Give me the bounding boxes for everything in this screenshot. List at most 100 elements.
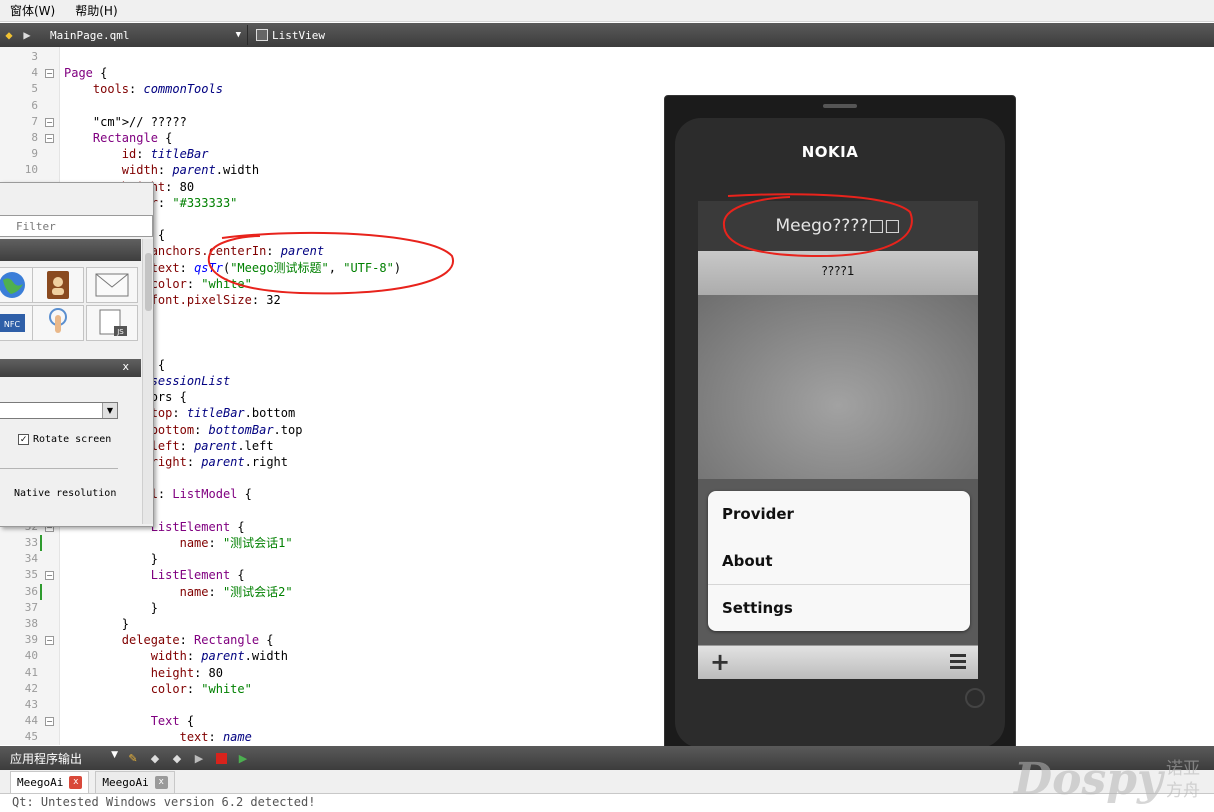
line-number: 42 [24,681,38,695]
symbol-name: ListView [272,28,325,42]
code-line[interactable]: Page { [64,65,107,81]
menu-item-about[interactable]: About [708,538,970,584]
fold-toggle-icon[interactable]: − [45,69,54,79]
line-number: 33 [24,536,38,549]
code-line[interactable]: color: "white" [64,681,252,697]
fold-toggle-icon[interactable]: − [45,117,54,127]
js-script-icon[interactable]: JS [86,305,138,341]
native-resolution-button[interactable]: Native resolution [14,488,116,499]
code-editor[interactable]: Page { tools: commonTools "cm">// ????? … [60,47,1214,745]
menu-window[interactable]: 窗体(W) [6,1,59,20]
watermark-cn-1: 诺亚 [1166,759,1200,779]
line-number: 44 [24,714,38,728]
mail-icon[interactable] [86,267,138,303]
code-line[interactable]: Text { [64,713,194,729]
code-line[interactable]: width: parent.width [64,648,288,664]
code-line[interactable]: } [64,600,158,616]
clear-output-icon[interactable]: ✎ [122,749,144,767]
line-number: 7 [31,114,38,128]
menu-icon[interactable] [950,654,966,672]
code-line[interactable]: } [64,616,129,632]
code-line[interactable]: "cm">// ????? [64,114,187,130]
close-icon[interactable]: x [69,776,83,789]
code-line[interactable]: id: titleBar [64,146,209,162]
rotate-screen-row[interactable]: ✓ Rotate screen [18,434,111,445]
code-line[interactable]: ListElement { [64,567,245,583]
line-number: 35 [24,568,38,582]
fold-toggle-icon[interactable]: − [45,717,54,727]
home-button[interactable] [965,688,985,708]
editor-toolbar: ◆ ▶ MainPage.qml ▼ ListView [0,23,1214,47]
code-line[interactable]: height: 80 [64,665,223,681]
chevron-down-icon: ▼ [111,749,118,760]
line-number: 39 [24,633,38,647]
menu-help[interactable]: 帮助(H) [71,1,121,20]
output-tab[interactable]: MeegoAi x [95,771,175,793]
nav-prev-icon[interactable]: ◆ [144,749,166,767]
chevron-down-icon[interactable]: ▼ [102,403,117,418]
nav-next-icon[interactable]: ◆ [166,749,188,767]
code-line[interactable]: tools: commonTools [64,81,223,97]
line-number: 36 [24,584,38,598]
panel-scrollbar[interactable] [142,239,153,524]
app-title-bar: Meego????□□ [698,201,978,251]
output-tab[interactable]: MeegoAi x [10,771,90,793]
widget-group-header[interactable] [0,239,141,261]
code-line[interactable]: name: "测试会话2" [64,584,293,600]
close-icon[interactable]: x [154,776,168,789]
list-icon [256,29,268,41]
line-number: 10 [24,163,38,177]
tab-label: MeegoAi [102,776,149,789]
nav-forward-icon[interactable]: ▶ [18,26,36,44]
list-item[interactable]: ????1 [698,251,978,295]
line-number: 43 [24,698,38,711]
filter-input[interactable]: Filter [0,215,153,237]
app-toolbar: + [698,645,978,679]
code-line[interactable]: name: "测试会话1" [64,535,293,551]
menu-bar: 窗体(W) 帮助(H) [0,0,1214,22]
changed-line-marker [40,583,42,600]
rotate-screen-label: Rotate screen [33,434,112,445]
brand-logo: NOKIA [801,143,859,161]
code-line[interactable]: text: name [64,729,252,745]
symbol-selector[interactable]: ListView [248,29,325,42]
fold-toggle-icon[interactable]: − [45,571,54,581]
rerun-icon[interactable]: ▶ [232,749,254,767]
line-number: 41 [24,665,38,679]
line-number: 8 [31,131,38,144]
scrollbar-thumb[interactable] [145,253,152,311]
nav-back-icon[interactable]: ◆ [0,26,18,44]
menu-item-provider[interactable]: Provider [708,491,970,537]
code-line[interactable]: } [64,551,158,567]
device-select[interactable]: ▼ [0,402,118,419]
file-name: MainPage.qml [50,28,130,42]
add-icon[interactable]: + [710,648,730,676]
code-line[interactable]: Rectangle { [64,130,172,146]
output-pane-title: 应用程序输出 [10,751,83,766]
line-number: 37 [24,600,38,614]
stop-icon[interactable] [210,749,232,767]
rotate-screen-checkbox[interactable]: ✓ [18,434,29,445]
fold-toggle-icon[interactable]: − [45,134,54,143]
line-number: 9 [31,147,38,161]
tab-label: MeegoAi [17,776,64,789]
output-message: Qt: Untested Windows version 6.2 detecte… [12,795,316,809]
svg-text:NFC: NFC [4,320,21,329]
phone-speaker [823,104,857,108]
watermark: Dospy 诺亚 方舟 [1014,754,1210,806]
options-menu: Provider About Settings [708,491,970,631]
svg-text:JS: JS [116,328,124,336]
code-line[interactable]: delegate: Rectangle { [64,632,274,648]
close-icon[interactable]: x [122,360,129,373]
contacts-icon[interactable] [32,267,84,303]
touch-icon[interactable] [32,305,84,341]
changed-line-marker [40,535,42,551]
menu-item-settings[interactable]: Settings [708,584,970,630]
output-pane-selector[interactable]: 应用程序输出 ▼ [0,750,122,767]
run-icon[interactable]: ▶ [188,749,210,767]
file-selector[interactable]: MainPage.qml ▼ [36,25,248,45]
line-number: 38 [24,617,38,630]
code-line[interactable]: width: parent.width [64,162,259,178]
fold-toggle-icon[interactable]: − [45,636,54,646]
watermark-logo: Dospy [1014,754,1163,805]
